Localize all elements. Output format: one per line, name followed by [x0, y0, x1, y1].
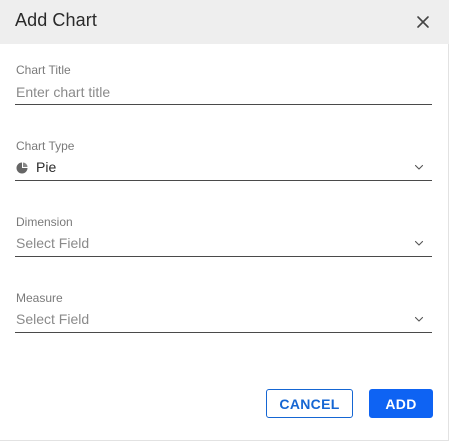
measure-label: Measure [16, 291, 63, 305]
close-icon [417, 16, 429, 28]
chart-title-input[interactable] [16, 81, 426, 103]
chart-title-field: Chart Title [15, 63, 432, 115]
dialog-title: Add Chart [15, 10, 97, 30]
cancel-button[interactable]: CANCEL [266, 389, 353, 418]
pie-chart-icon [16, 162, 28, 174]
chart-title-label: Chart Title [16, 63, 71, 77]
chart-type-select[interactable]: Pie [15, 155, 432, 181]
dimension-select[interactable]: Select Field [15, 231, 432, 257]
chevron-down-icon [414, 164, 424, 170]
dialog-header: Add Chart [0, 0, 449, 44]
chevron-down-icon [414, 316, 424, 322]
chart-type-label: Chart Type [16, 139, 75, 153]
chart-title-control [15, 79, 432, 105]
dimension-field: Dimension Select Field [15, 215, 432, 267]
measure-select[interactable]: Select Field [15, 307, 432, 333]
measure-field: Measure Select Field [15, 291, 432, 343]
chart-type-field: Chart Type Pie [15, 139, 432, 191]
chevron-down-icon [414, 240, 424, 246]
dimension-placeholder: Select Field [16, 235, 90, 251]
add-button[interactable]: ADD [369, 389, 433, 418]
measure-placeholder: Select Field [16, 311, 90, 327]
dimension-label: Dimension [16, 215, 73, 229]
close-button[interactable] [411, 10, 435, 34]
add-chart-dialog: Add Chart Chart Title Chart Type Pie [0, 0, 449, 441]
chart-type-value: Pie [36, 159, 57, 175]
